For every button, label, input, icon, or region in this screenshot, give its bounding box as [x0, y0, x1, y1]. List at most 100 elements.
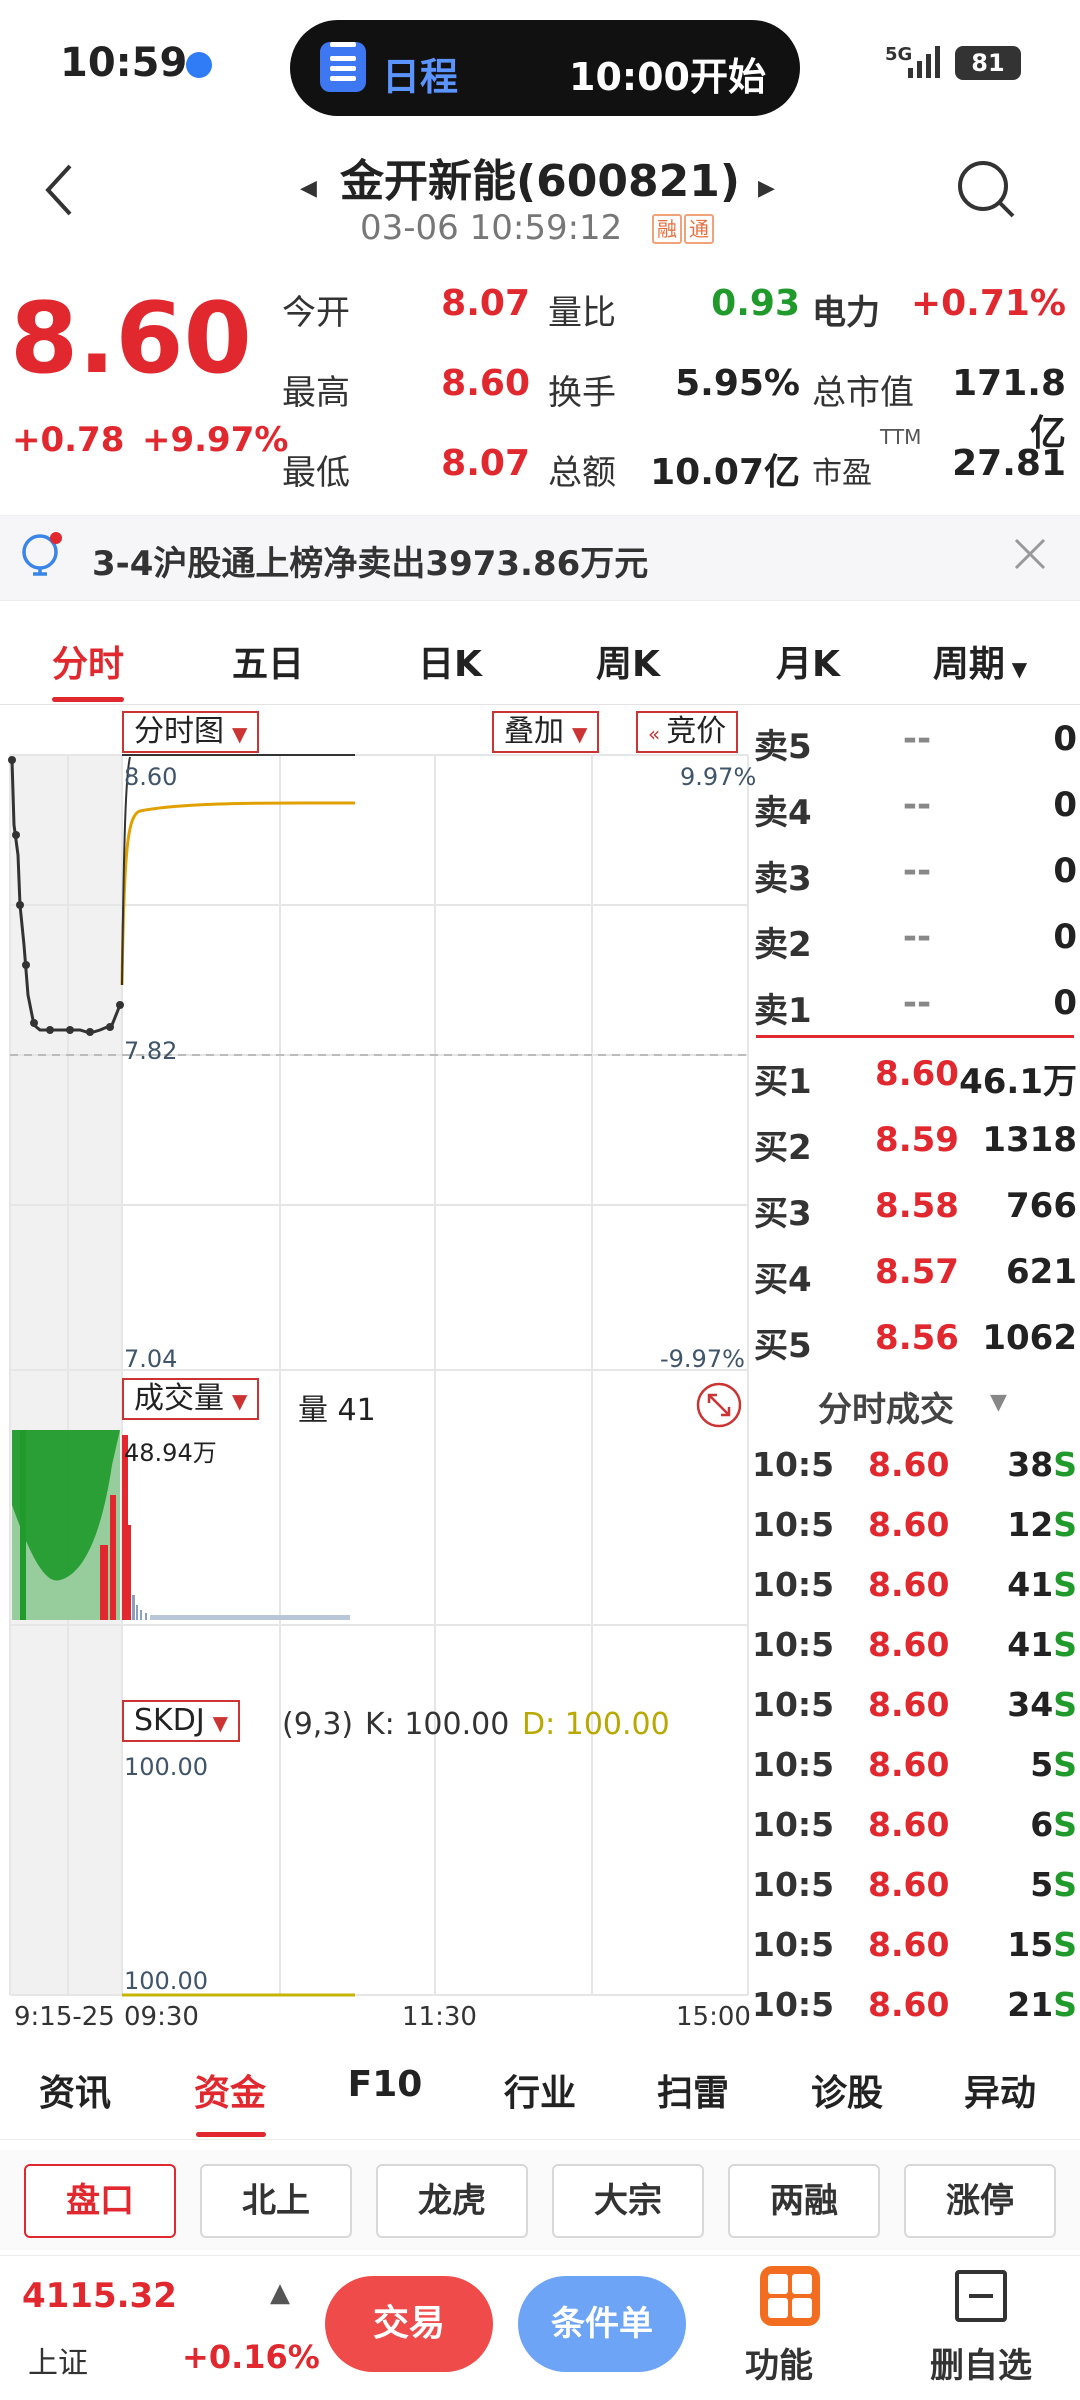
tick-time: 10:58 — [752, 1625, 832, 1664]
bid-label: 买2 — [754, 1128, 812, 1168]
subtab-margin[interactable]: 两融 — [728, 2164, 880, 2238]
tick-price: 8.60 — [868, 1925, 950, 1964]
ask-price: -- — [902, 719, 932, 759]
price-change-pct: +9.97% — [142, 420, 289, 460]
bid-label: 买5 — [754, 1326, 812, 1366]
caret-down-icon: ▼ — [232, 1389, 248, 1413]
tab-timeshare[interactable]: 分时 — [8, 635, 168, 687]
tab-industry[interactable]: 行业 — [465, 2064, 615, 2116]
subtab-orderbook[interactable]: 盘口 — [24, 2164, 176, 2238]
caret-down-icon: ▼ — [212, 1711, 229, 1735]
timeshare-selector[interactable]: 分时图 ▼ — [122, 711, 260, 753]
stock-name: 金开新能(600821) — [340, 156, 740, 207]
auction-toggle[interactable]: «竞价 — [636, 711, 739, 753]
caret-down-icon: ▼ — [572, 722, 588, 746]
ask-volume: 0 — [1053, 917, 1077, 957]
indicator-selector-label: SKDJ — [134, 1703, 205, 1738]
overlay-selector[interactable]: 叠加 ▼ — [492, 711, 600, 753]
pe-value: 27.81 — [952, 443, 1066, 484]
ask-price: -- — [902, 785, 932, 825]
tick-volume: 38 — [1007, 1445, 1054, 1484]
tab-f10[interactable]: F10 — [310, 2064, 460, 2105]
tick-time: 10:58 — [752, 1745, 832, 1784]
indicator-d: D: 100.00 — [522, 1707, 670, 1742]
schedule-label: 日程 — [382, 55, 459, 99]
open-value: 8.07 — [441, 283, 530, 324]
subtab-block-trade[interactable]: 大宗 — [552, 2164, 704, 2238]
bid-volume: 621 — [1006, 1252, 1077, 1292]
bid-label: 买3 — [754, 1194, 812, 1234]
double-chevron-left-icon: « — [648, 722, 661, 746]
ask-label: 卖1 — [754, 991, 812, 1031]
tick-price: 8.60 — [868, 1505, 950, 1544]
subtab-limit-up[interactable]: 涨停 — [904, 2164, 1056, 2238]
tab-risk-scan[interactable]: 扫雷 — [618, 2064, 768, 2116]
tab-period[interactable]: 周期 ▼ — [900, 635, 1060, 687]
caret-up-icon[interactable]: ▲ — [270, 2278, 290, 2308]
volume-selector-label: 成交量 — [134, 1381, 224, 1416]
tab-daily-k[interactable]: 日K — [370, 635, 530, 687]
tab-anomaly[interactable]: 异动 — [925, 2064, 1075, 2116]
connect-tag: 通 — [684, 214, 714, 244]
tick-volume: 21 — [1007, 1985, 1054, 2024]
bid-row: 买1 8.60 46.1万 — [752, 1040, 1077, 1106]
ask-row: 卖1 -- 0 — [752, 969, 1077, 1035]
conditional-order-button[interactable]: 条件单 — [518, 2276, 686, 2372]
tab-monthly-k[interactable]: 月K — [728, 635, 888, 687]
close-icon[interactable] — [1010, 534, 1050, 574]
next-stock-icon[interactable]: ▶ — [758, 176, 775, 201]
pct-axis-high: 9.97% — [680, 763, 757, 791]
prev-stock-icon[interactable]: ◀ — [300, 176, 317, 201]
schedule-pill[interactable]: 日程 10:00开始 — [290, 20, 800, 116]
ask-label: 卖3 — [754, 859, 812, 899]
tick-price: 8.60 — [868, 1685, 950, 1724]
tick-price: 8.60 — [868, 1445, 950, 1484]
remove-watchlist-icon[interactable] — [955, 2270, 1007, 2322]
tick-time: 10:58 — [752, 1565, 832, 1604]
tick-price: 8.60 — [868, 1865, 950, 1904]
turnover-value: 5.95% — [675, 363, 800, 404]
subtab-northbound[interactable]: 北上 — [200, 2164, 352, 2238]
volume-selector[interactable]: 成交量 ▼ — [122, 1378, 260, 1420]
trade-button[interactable]: 交易 — [325, 2276, 493, 2372]
bid-volume: 46.1万 — [959, 1062, 1077, 1102]
functions-label[interactable]: 功能 — [745, 2338, 813, 2387]
expand-icon[interactable] — [695, 1381, 743, 1429]
notice-bar[interactable]: 3-4沪股通上榜净卖出3973.86万元 — [0, 515, 1080, 601]
fund-subtabs: 盘口 北上 龙虎 大宗 两融 涨停 — [0, 2150, 1080, 2250]
tab-diagnosis[interactable]: 诊股 — [772, 2064, 922, 2116]
tick-row: 10:58 8.60 5S — [752, 1735, 1077, 1795]
turnover-label: 换手 — [548, 373, 616, 413]
subtab-dragon-tiger[interactable]: 龙虎 — [376, 2164, 528, 2238]
caret-down-icon[interactable]: ▼ — [990, 1390, 1007, 1415]
ask-volume: 0 — [1053, 983, 1077, 1023]
amount-label: 总额 — [548, 453, 616, 493]
tab-funds[interactable]: 资金 — [155, 2064, 305, 2116]
search-icon[interactable] — [955, 158, 1017, 220]
indicator-selector[interactable]: SKDJ ▼ — [122, 1700, 241, 1742]
tick-row: 10:58 8.60 12S — [752, 1495, 1077, 1555]
ticks-title[interactable]: 分时成交 — [818, 1382, 954, 1431]
timeshare-chart[interactable]: 分时图 ▼ 叠加 ▼ «竞价 8.60 7.82 7.04 9.97% -9.97%… — [0, 705, 756, 2032]
back-icon[interactable] — [40, 160, 90, 220]
grid-icon[interactable] — [760, 2266, 820, 2326]
tick-side: S — [1053, 1445, 1077, 1484]
tab-weekly-k[interactable]: 周K — [548, 635, 708, 687]
tick-time: 10:58 — [752, 1805, 832, 1844]
index-value[interactable]: 4115.32 — [22, 2276, 177, 2316]
tab-news[interactable]: 资讯 — [0, 2064, 150, 2116]
ask-row: 卖2 -- 0 — [752, 903, 1077, 969]
remove-watchlist-label[interactable]: 删自选 — [930, 2338, 1032, 2387]
time-label-auction: 9:15-25 — [14, 2002, 115, 2032]
tab-five-day[interactable]: 五日 — [188, 635, 348, 687]
current-price: 8.60 — [10, 282, 252, 396]
tick-price: 8.60 — [868, 1985, 950, 2024]
bid-row: 买4 8.57 621 — [752, 1238, 1077, 1304]
bid-volume: 766 — [1006, 1186, 1077, 1226]
sector-link[interactable]: 电力 — [812, 285, 880, 334]
tick-time: 10:59 — [752, 1865, 832, 1904]
tick-volume: 15 — [1007, 1925, 1054, 1964]
low-value: 8.07 — [441, 443, 530, 484]
app-notification-icon — [186, 52, 212, 78]
caret-down-icon: ▼ — [1004, 657, 1028, 681]
